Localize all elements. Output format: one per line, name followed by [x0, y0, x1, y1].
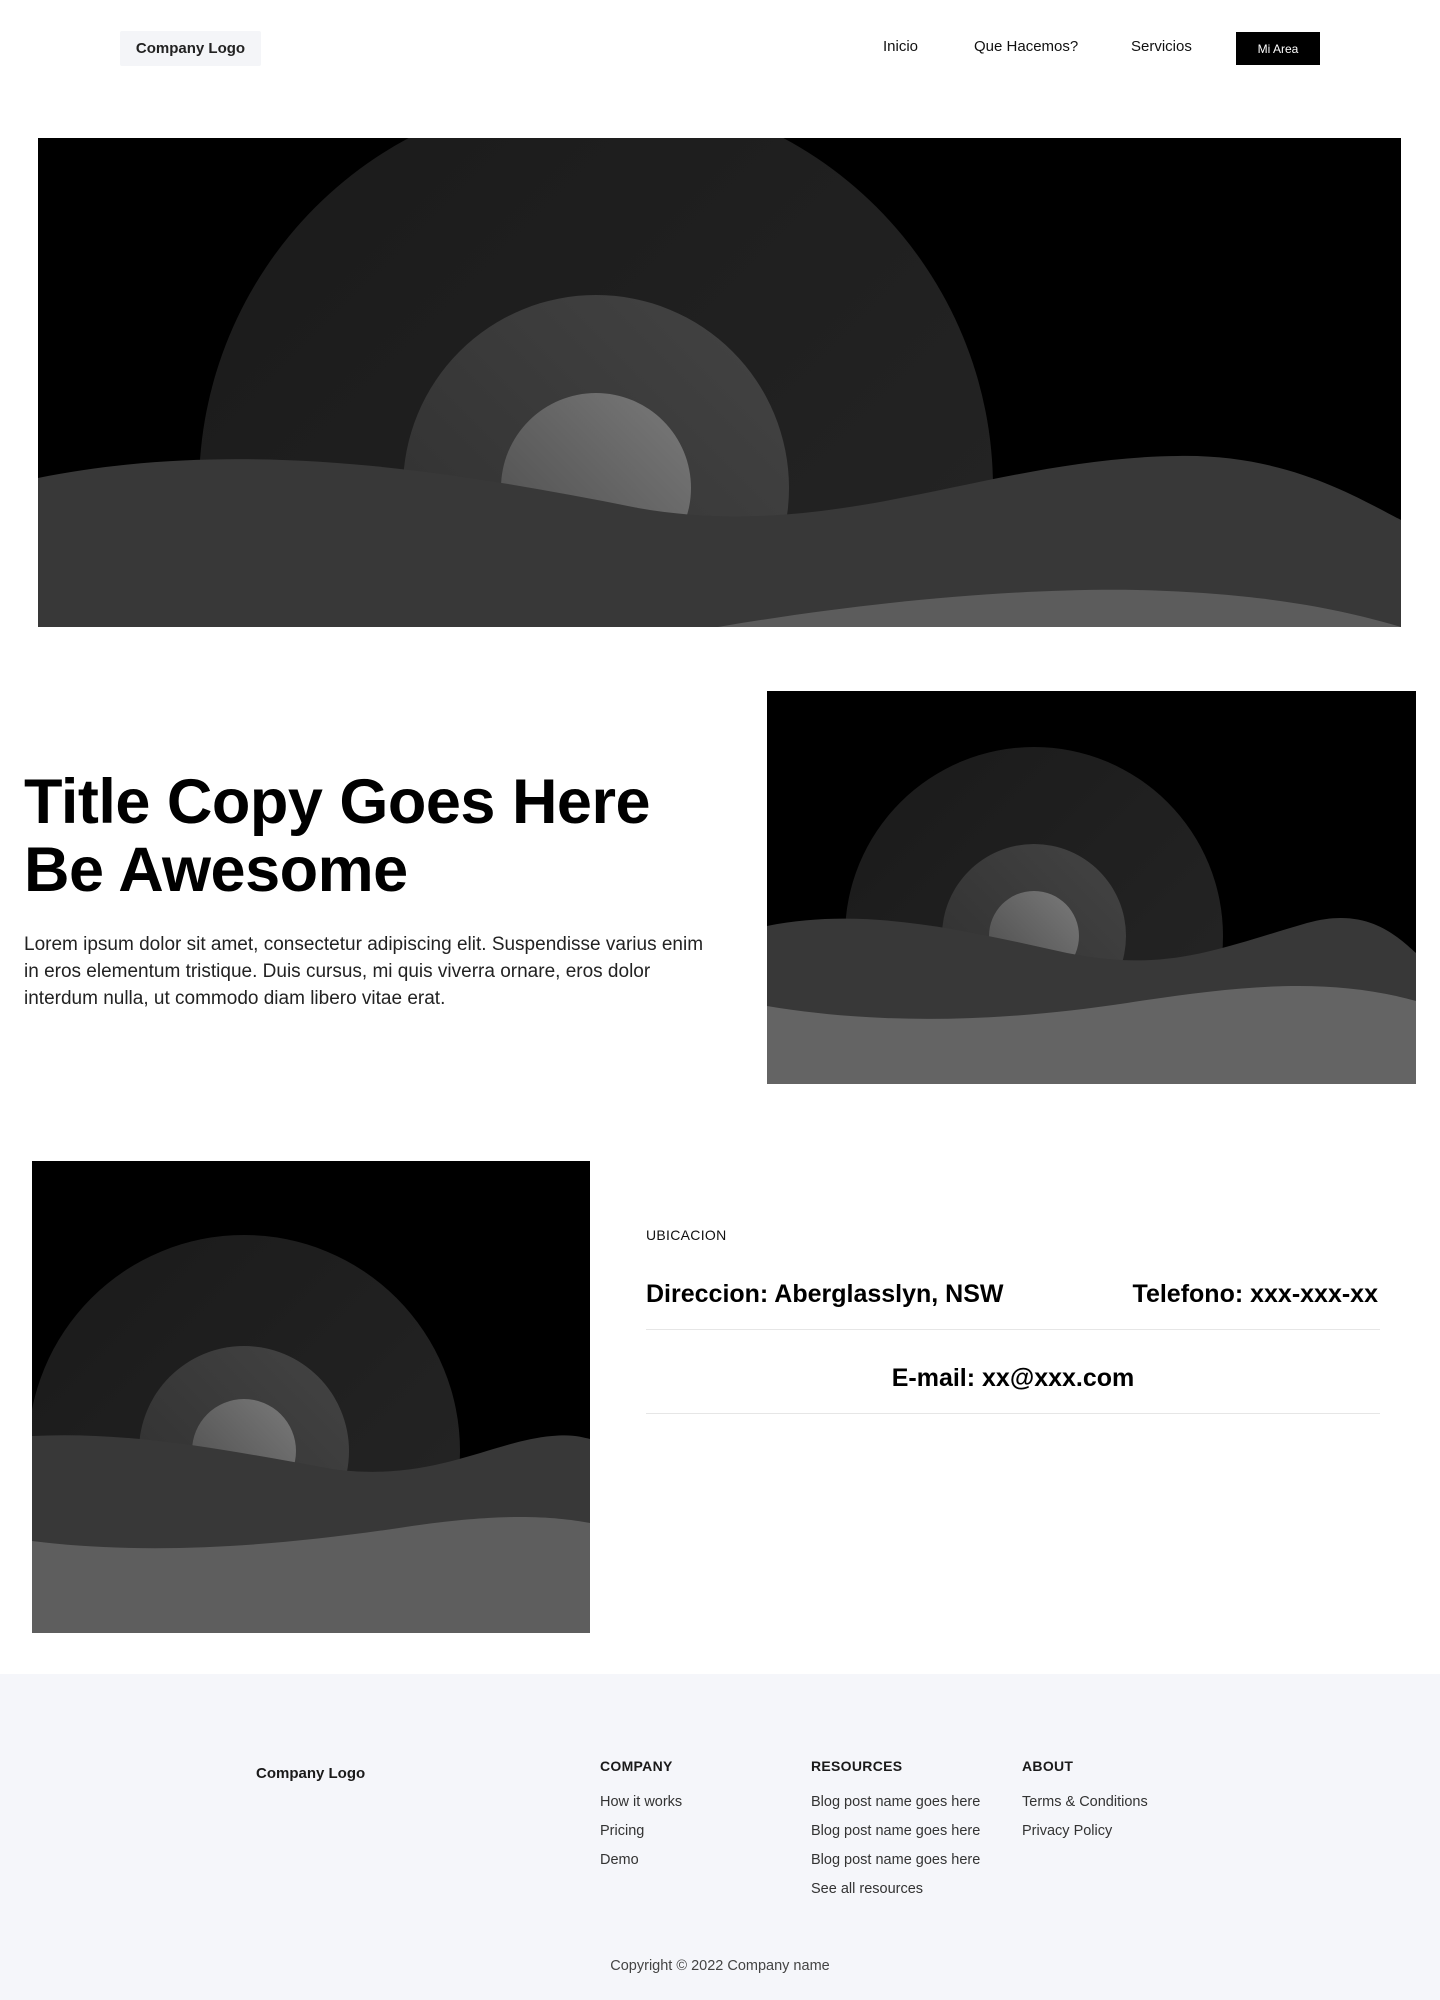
footer: Company Logo COMPANY How it works Pricin…	[0, 1674, 1440, 2000]
footer-link[interactable]: Terms & Conditions	[1022, 1794, 1148, 1823]
footer-heading: RESOURCES	[811, 1758, 903, 1774]
footer-heading: ABOUT	[1022, 1758, 1074, 1774]
address-text: Direccion: Aberglasslyn, NSW	[646, 1280, 1004, 1308]
nav-link-inicio[interactable]: Inicio	[883, 38, 918, 55]
footer-link[interactable]: Privacy Policy	[1022, 1823, 1148, 1852]
divider	[646, 1329, 1380, 1330]
company-logo[interactable]: Company Logo	[120, 31, 261, 66]
phone-text: Telefono: xxx-xxx-xx	[1132, 1280, 1378, 1308]
footer-link[interactable]: Pricing	[600, 1823, 682, 1852]
footer-link[interactable]: Demo	[600, 1852, 682, 1881]
location-eyebrow: UBICACION	[646, 1227, 727, 1243]
footer-link[interactable]: How it works	[600, 1794, 682, 1823]
footer-column-about: ABOUT Terms & Conditions Privacy Policy	[1022, 1758, 1148, 1852]
image-placeholder-icon	[38, 138, 1401, 627]
divider	[646, 1413, 1380, 1414]
footer-column-company: COMPANY How it works Pricing Demo	[600, 1758, 682, 1881]
email-text: E-mail: xx@xxx.com	[891, 1364, 1135, 1392]
nav-link-que-hacemos[interactable]: Que Hacemos?	[974, 38, 1078, 55]
footer-link[interactable]: Blog post name goes here	[811, 1852, 980, 1881]
footer-logo[interactable]: Company Logo	[256, 1765, 365, 1782]
footer-link[interactable]: Blog post name goes here	[811, 1823, 980, 1852]
top-navigation: Company Logo Inicio Que Hacemos? Servici…	[0, 0, 1440, 98]
copyright-text: Copyright © 2022 Company name	[610, 1958, 830, 1974]
location-image	[32, 1161, 590, 1633]
banner-image	[38, 138, 1401, 627]
footer-link[interactable]: Blog post name goes here	[811, 1794, 980, 1823]
hero-image	[767, 691, 1416, 1084]
hero-body-text: Lorem ipsum dolor sit amet, consectetur …	[24, 934, 704, 1009]
footer-heading: COMPANY	[600, 1758, 673, 1774]
footer-column-resources: RESOURCES Blog post name goes here Blog …	[811, 1758, 980, 1910]
image-placeholder-icon	[32, 1161, 590, 1633]
mi-area-button[interactable]: Mi Area	[1236, 32, 1320, 65]
image-placeholder-icon	[767, 691, 1416, 1084]
footer-link[interactable]: See all resources	[811, 1881, 980, 1910]
hero-title: Title Copy Goes Here Be Awesome	[24, 767, 651, 905]
nav-link-servicios[interactable]: Servicios	[1131, 38, 1192, 55]
